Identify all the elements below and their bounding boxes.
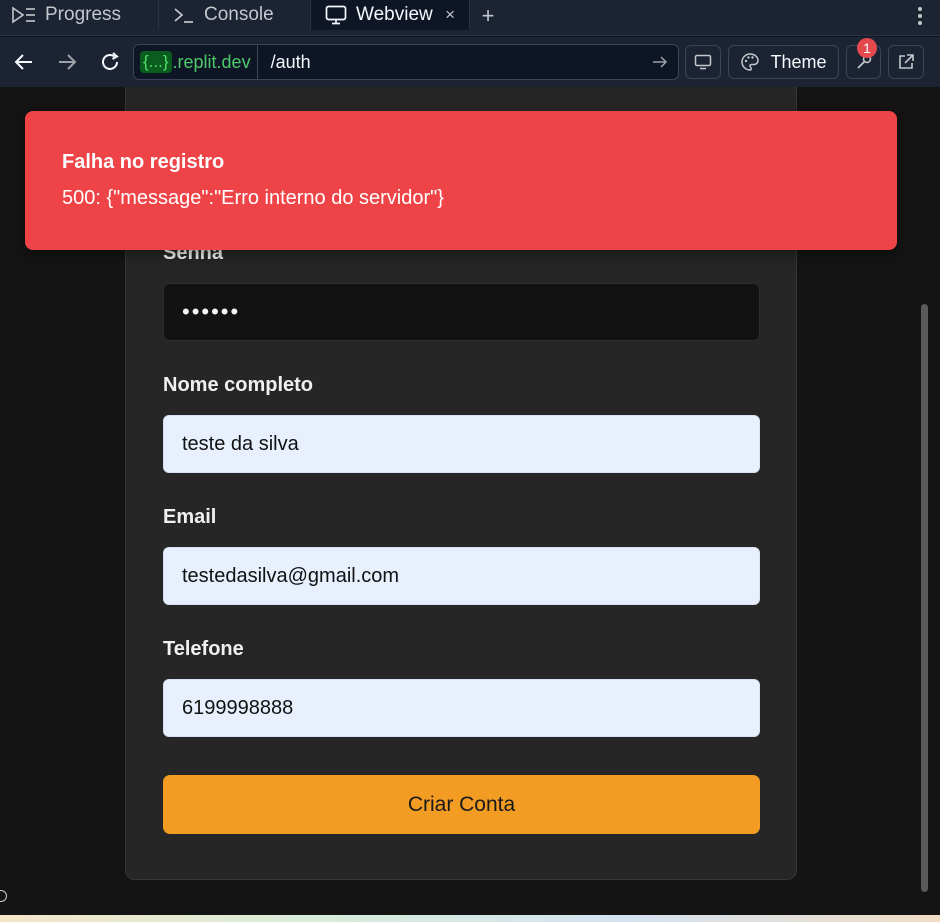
tab-progress[interactable]: Progress (0, 0, 158, 30)
password-field[interactable]: •••••• (163, 283, 760, 341)
webview-area: Senha •••••• Nome completo teste da silv… (0, 87, 940, 915)
phone-field[interactable]: 6199998888 (163, 679, 760, 737)
scrollbar-thumb[interactable] (921, 304, 928, 892)
open-new-window-button[interactable] (888, 45, 924, 79)
device-preview-button[interactable] (685, 45, 721, 79)
back-icon[interactable] (4, 42, 44, 82)
url-field[interactable]: {...} .replit.dev /auth (133, 44, 679, 80)
tab-console[interactable]: Console (158, 0, 310, 30)
toast-message: 500: {"message":"Erro interno do servido… (62, 187, 444, 209)
phone-label: Telefone (163, 638, 244, 660)
terminal-icon (174, 8, 193, 23)
create-account-button[interactable]: Criar Conta (163, 775, 760, 834)
theme-label: Theme (770, 51, 827, 72)
email-field[interactable]: testedasilva@gmail.com (163, 547, 760, 605)
url-path[interactable]: /auth (258, 52, 642, 73)
url-domain-text: .replit.dev (172, 51, 251, 72)
devtools-button[interactable]: 1 (846, 38, 881, 79)
tab-spacer (506, 0, 900, 35)
full-name-label: Nome completo (163, 374, 314, 396)
toast-title: Falha no registro (62, 151, 225, 173)
more-options-icon[interactable] (900, 0, 940, 35)
tab-progress-label: Progress (45, 4, 122, 25)
full-name-field[interactable]: teste da silva (163, 415, 760, 473)
forward-icon[interactable] (47, 42, 87, 82)
notification-badge: 1 (857, 38, 877, 58)
error-toast[interactable]: Falha no registro 500: {"message":"Erro … (25, 111, 897, 250)
palette-icon (741, 53, 760, 71)
monitor-icon (694, 54, 712, 70)
go-arrow-icon[interactable] (642, 55, 678, 69)
monitor-icon (325, 5, 347, 25)
email-label: Email (163, 506, 217, 528)
tab-webview[interactable]: Webview × (310, 0, 470, 30)
tab-bar: Progress Console Webview × + (0, 0, 940, 36)
close-icon[interactable]: × (445, 5, 455, 25)
external-link-icon (899, 54, 914, 69)
bottom-strip (0, 915, 940, 922)
reload-icon[interactable] (90, 42, 130, 82)
tab-webview-label: Webview (356, 4, 433, 25)
add-tab-button[interactable]: + (470, 0, 506, 35)
progress-icon (12, 6, 35, 24)
theme-button[interactable]: Theme (728, 45, 839, 79)
url-domain: {...} .replit.dev (134, 45, 258, 79)
address-bar: {...} .replit.dev /auth Theme 1 (0, 37, 940, 87)
url-badge: {...} (140, 51, 172, 73)
tab-console-label: Console (204, 4, 274, 25)
